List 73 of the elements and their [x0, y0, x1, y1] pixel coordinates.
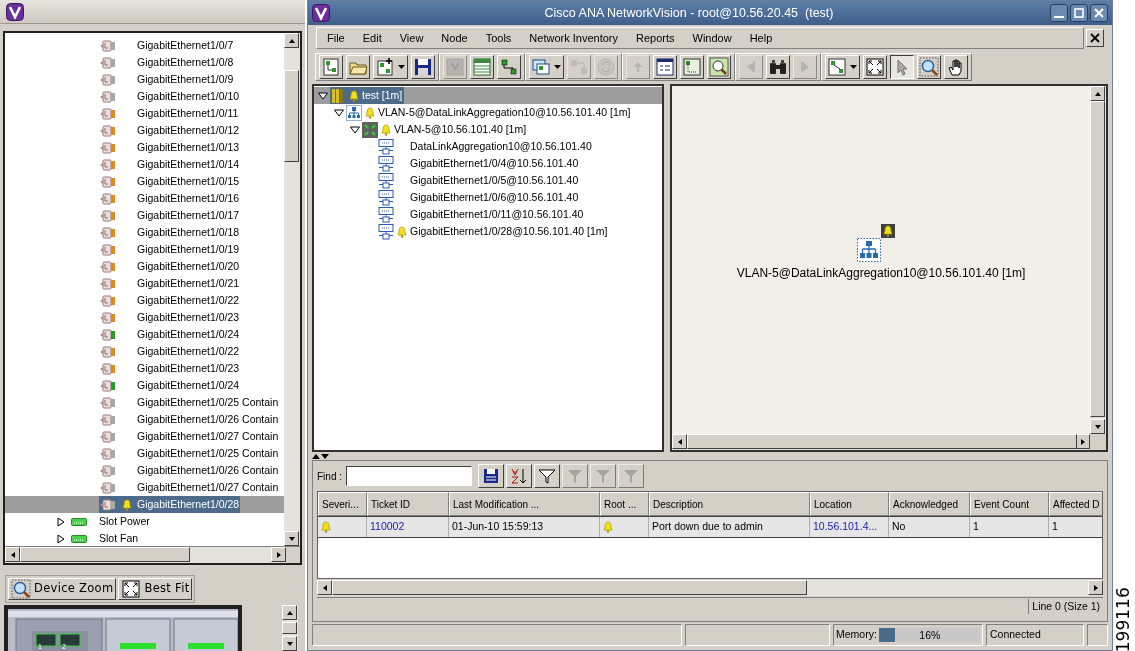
slot-label[interactable]: Slot Fan: [99, 530, 139, 546]
port-label[interactable]: GigabitEthernet1/0/14: [137, 156, 240, 173]
find-label: Find :: [317, 469, 342, 484]
tree-node-label[interactable]: VLAN-5@DataLinkAggregation10@10.56.101.40 [1m]: [378, 104, 631, 121]
column-header[interactable]: Event Count: [970, 492, 1049, 516]
column-header[interactable]: Last Modification ...: [449, 492, 600, 516]
tree-node-label[interactable]: DataLinkAggregation10@10.56.101.40: [410, 138, 592, 155]
table-link[interactable]: 10.56.101.4...: [813, 519, 878, 535]
port-label[interactable]: GigabitEthernet1/0/8: [137, 54, 234, 71]
menu-item[interactable]: Help: [749, 29, 773, 47]
port-label[interactable]: GigabitEthernet1/0/15: [137, 173, 240, 190]
column-header[interactable]: Severi...: [318, 492, 367, 516]
table-cell: Port down due to admin: [652, 519, 763, 535]
table-cell: 1: [1052, 519, 1058, 535]
port-label[interactable]: GigabitEthernet1/0/18: [137, 224, 240, 241]
menu-item[interactable]: Edit: [362, 29, 382, 47]
port-label[interactable]: GigabitEthernet1/0/16: [137, 190, 240, 207]
toolbar-button[interactable]: Device Zoom: [8, 578, 117, 600]
port-label[interactable]: GigabitEthernet1/0/22: [137, 343, 240, 360]
memory-reading: 16%: [919, 628, 941, 642]
toolbar-button[interactable]: Best Fit: [118, 578, 193, 600]
port-label[interactable]: GigabitEthernet1/0/7: [137, 37, 234, 54]
window-title: Cisco ANA NetworkVision - root@10.56.20.45 (test): [543, 4, 835, 22]
node-label: VLAN-5@DataLinkAggregation10@10.56.101.40 [1m]: [736, 265, 1026, 282]
port-label[interactable]: GigabitEthernet1/0/24: [137, 326, 240, 343]
connection-status: Connected: [990, 627, 1041, 643]
menu-item[interactable]: Node: [441, 29, 468, 47]
figure-number: 199116: [1111, 587, 1134, 651]
memory-label: Memory:: [836, 627, 877, 643]
menu-item[interactable]: File: [327, 29, 345, 47]
column-header[interactable]: Acknowledged: [889, 492, 970, 516]
tree-node-label[interactable]: GigabitEthernet1/0/4@10.56.101.40: [410, 155, 579, 172]
line-count-status: Line 0 (Size 1): [1028, 598, 1103, 615]
port-label[interactable]: GigabitEthernet1/0/12: [137, 122, 240, 139]
tree-node-label[interactable]: GigabitEthernet1/0/28@10.56.101.40 [1m]: [410, 223, 608, 240]
port-label[interactable]: GigabitEthernet1/0/21: [137, 275, 240, 292]
port-label[interactable]: GigabitEthernet1/0/19: [137, 241, 240, 258]
tree-node-label[interactable]: GigabitEthernet1/0/11@10.56.101.40: [410, 206, 584, 223]
port-label[interactable]: GigabitEthernet1/0/9: [137, 71, 234, 88]
column-header[interactable]: Ticket ID: [367, 492, 449, 516]
port-label[interactable]: GigabitEthernet1/0/25 Contain: [137, 445, 279, 462]
port-label[interactable]: GigabitEthernet1/0/23: [137, 360, 240, 377]
tree-node-label[interactable]: VLAN-5@10.56.101.40 [1m]: [394, 121, 527, 138]
table-cell: 01-Jun-10 15:59:13: [452, 519, 544, 535]
port-label[interactable]: GigabitEthernet1/0/22: [137, 292, 240, 309]
port-label[interactable]: GigabitEthernet1/0/25 Contain: [137, 394, 279, 411]
table-link[interactable]: 110002: [370, 519, 405, 535]
port-label[interactable]: GigabitEthernet1/0/13: [137, 139, 240, 156]
port-label[interactable]: GigabitEthernet1/0/11: [137, 105, 239, 122]
port-label[interactable]: GigabitEthernet1/0/24: [137, 377, 240, 394]
tree-node-label[interactable]: GigabitEthernet1/0/6@10.56.101.40: [410, 189, 579, 206]
column-header[interactable]: Description: [649, 492, 810, 516]
menu-item[interactable]: View: [399, 29, 424, 47]
menu-item[interactable]: Tools: [485, 29, 512, 47]
port-label[interactable]: GigabitEthernet1/0/10: [137, 88, 240, 105]
menu-item[interactable]: Reports: [636, 29, 675, 47]
port-label[interactable]: GigabitEthernet1/0/27 Contain: [137, 479, 279, 496]
port-label[interactable]: GigabitEthernet1/0/26 Contain: [137, 411, 279, 428]
slot-label[interactable]: Slot Power: [99, 513, 150, 530]
tree-row-highlight[interactable]: GigabitEthernet1/0/28: [5, 496, 284, 513]
menu-item[interactable]: Window: [692, 29, 732, 47]
port-label[interactable]: GigabitEthernet1/0/23: [137, 309, 240, 326]
port-label[interactable]: GigabitEthernet1/0/26 Contain: [137, 462, 279, 479]
tree-row-highlight[interactable]: test [1m]: [314, 87, 662, 104]
port-label[interactable]: GigabitEthernet1/0/20: [137, 258, 240, 275]
column-header[interactable]: Root ...: [600, 492, 649, 516]
table-cell: No: [892, 519, 906, 535]
column-header[interactable]: Location: [810, 492, 889, 516]
port-label[interactable]: GigabitEthernet1/0/27 Contain: [137, 428, 279, 445]
tree-node-label[interactable]: GigabitEthernet1/0/5@10.56.101.40: [410, 172, 579, 189]
table-cell: 1: [973, 519, 979, 535]
menu-item[interactable]: Network Inventory: [529, 29, 618, 47]
port-label[interactable]: GigabitEthernet1/0/17: [137, 207, 240, 224]
